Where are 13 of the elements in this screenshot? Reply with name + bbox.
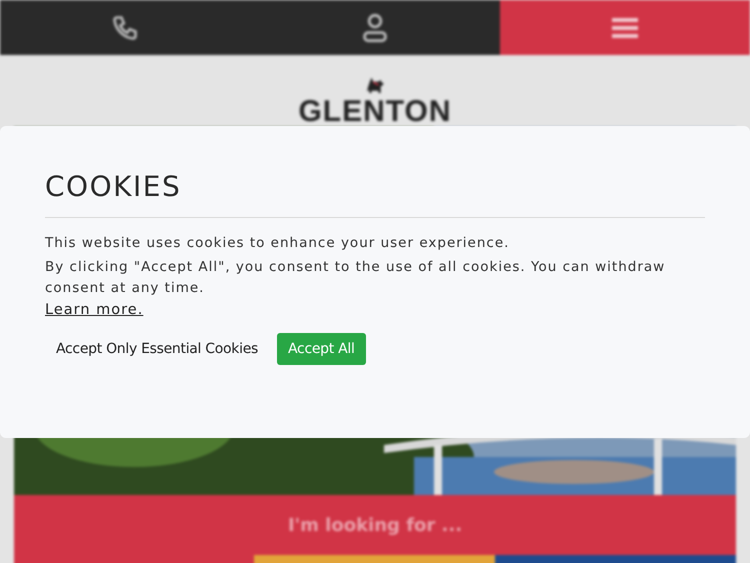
dialog-title: COOKIES bbox=[45, 170, 705, 218]
phone-icon bbox=[111, 14, 139, 42]
menu-button[interactable] bbox=[500, 0, 750, 55]
account-button[interactable] bbox=[250, 0, 500, 55]
learn-more-link[interactable]: Learn more. bbox=[45, 302, 144, 318]
user-icon bbox=[361, 12, 389, 42]
dialog-text: This website uses cookies to enhance your user experience. bbox=[45, 234, 510, 253]
essential-cookies-button[interactable]: Accept Only Essential Cookies bbox=[45, 333, 270, 365]
dialog-text: By clicking "Accept All", you consent to the use of all cookies. You can withdraw consent at any time. bbox=[45, 258, 666, 298]
phone-button[interactable] bbox=[0, 0, 250, 55]
brand-name: GLENTON bbox=[298, 97, 452, 127]
menu-icon bbox=[612, 16, 638, 38]
panel-title: I'm looking for ... bbox=[288, 514, 462, 536]
